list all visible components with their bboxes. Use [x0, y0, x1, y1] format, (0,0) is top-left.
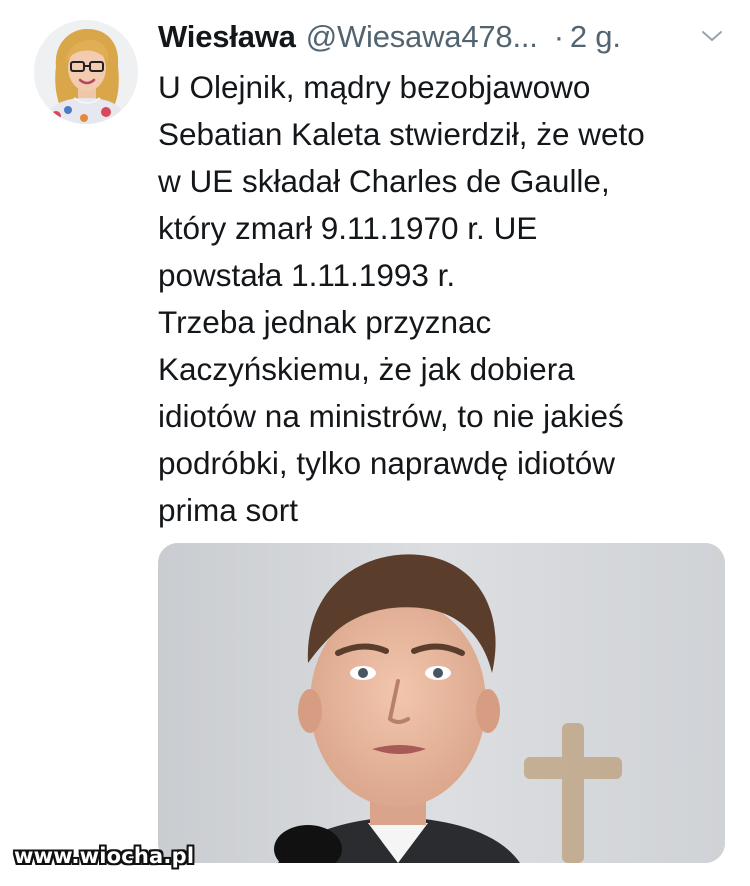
profile-photo-icon [34, 20, 138, 124]
author-display-name[interactable]: Wiesława [158, 19, 296, 55]
tweet-text-line: U Olejnik, mądry bezobjawowo [158, 69, 591, 105]
chevron-down-icon[interactable] [700, 24, 724, 48]
tweet-text-line: w UE składał Charles de Gaulle, [158, 163, 610, 199]
tweet-text-line: powstała 1.11.1993 r. [158, 257, 456, 293]
tweet-text-line: Kaczyńskiemu, że jak dobiera [158, 351, 575, 387]
tweet-text: U Olejnik, mądry bezobjawowo Sebatian Ka… [158, 64, 728, 534]
tweet-text-line: prima sort [158, 492, 299, 528]
tweet-media-photo[interactable] [158, 543, 725, 863]
tweet-header: Wiesława @Wiesawa478... · 2 g. [158, 12, 728, 62]
tweet-timestamp[interactable]: 2 g. [570, 19, 621, 55]
tweet-text-line: Sebatian Kaleta stwierdził, że weto [158, 116, 645, 152]
tweet-text-line: podróbki, tylko naprawdę idiotów [158, 445, 616, 481]
tweet-text-line: idiotów na ministrów, to nie jakieś [158, 398, 624, 434]
tweet[interactable]: Wiesława @Wiesawa478... · 2 g. U Olejnik… [0, 0, 750, 886]
watermark: www.wiocha.pl [14, 844, 195, 868]
tweet-text-line: który zmarł 9.11.1970 r. UE [158, 210, 538, 246]
photo-image-icon [158, 543, 725, 863]
tweet-text-line: Trzeba jednak przyznac [158, 304, 492, 340]
author-handle[interactable]: @Wiesawa478... [306, 19, 538, 55]
header-separator: · [553, 19, 564, 54]
avatar[interactable] [34, 20, 138, 124]
